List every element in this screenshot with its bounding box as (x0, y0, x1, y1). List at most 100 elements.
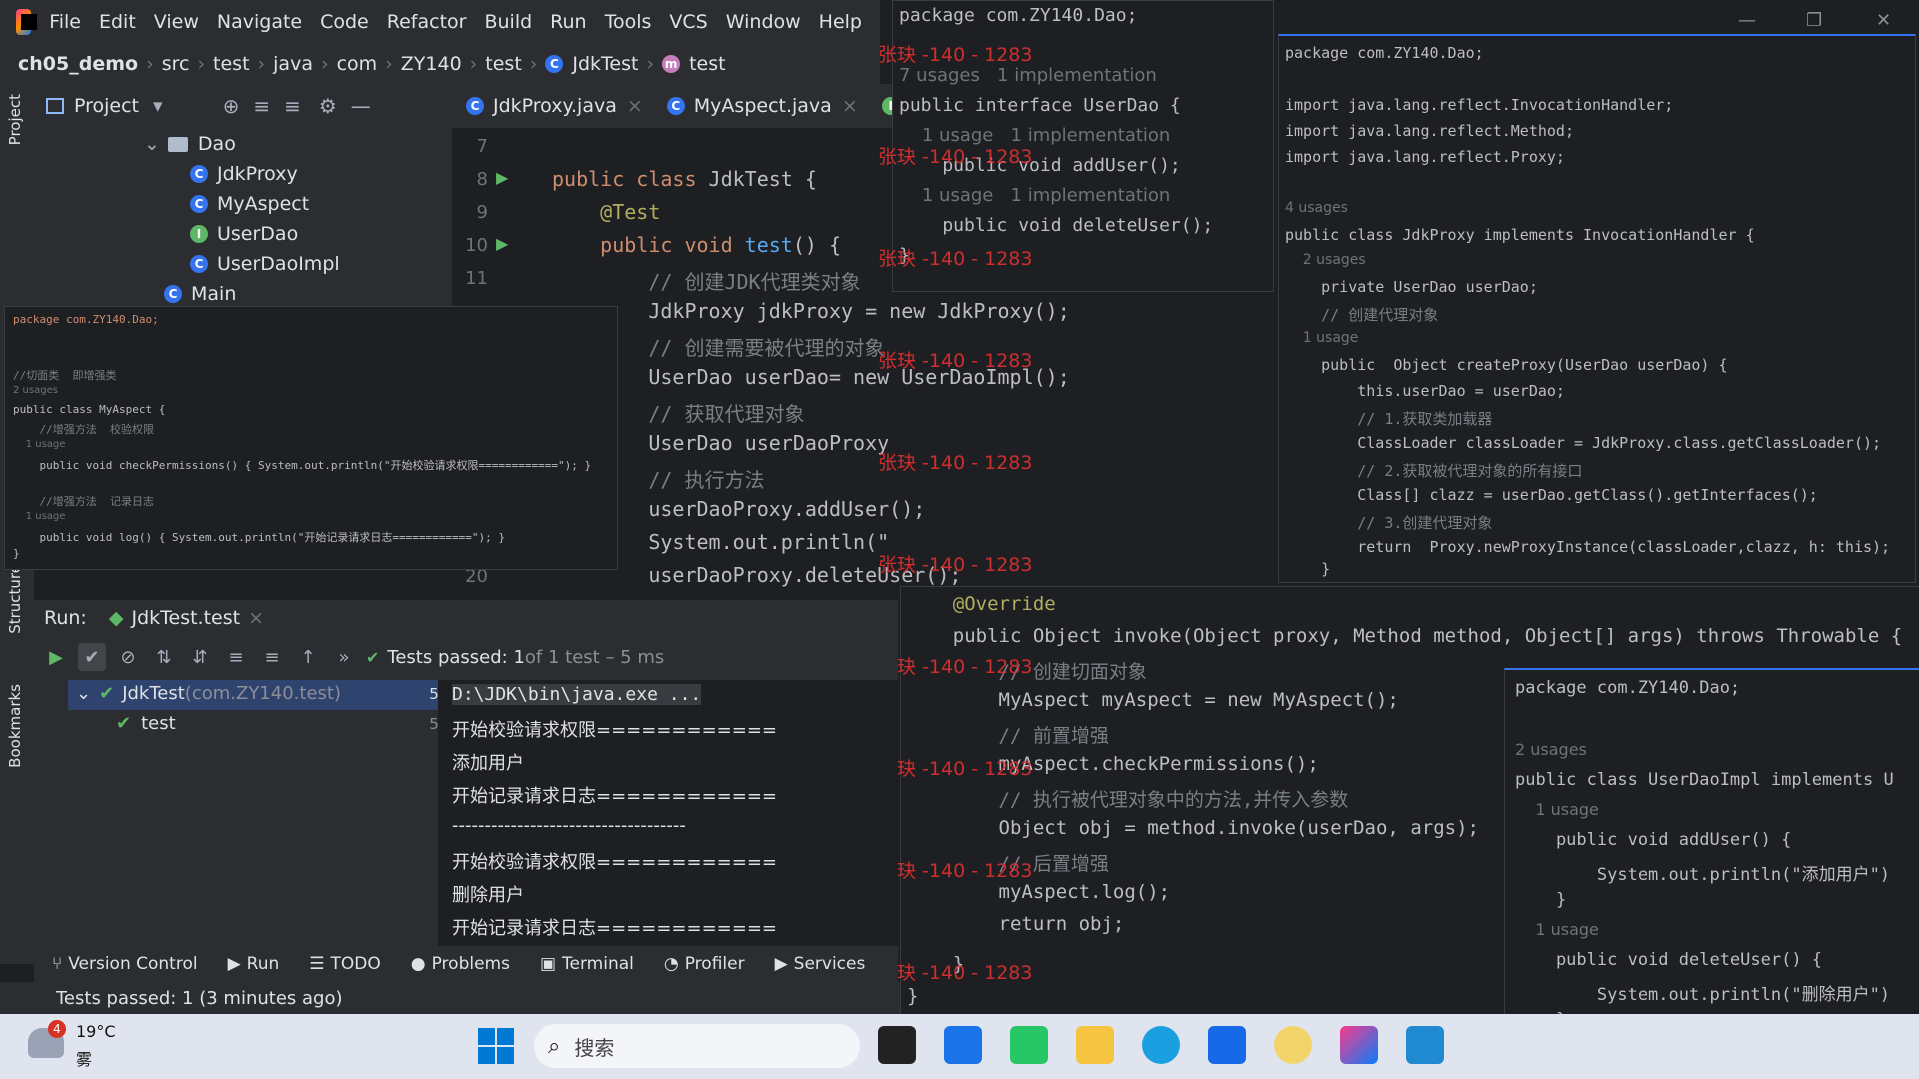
menu-bar: File Edit View Navigate Code Refactor Bu… (0, 0, 880, 44)
task-view-icon[interactable] (878, 1026, 916, 1064)
windows-start-icon[interactable] (478, 1028, 514, 1064)
intellij-taskbar-icon[interactable] (1340, 1026, 1378, 1064)
rerun-icon[interactable]: ▶ (42, 643, 70, 671)
editor-tabs: C JdkProxy.java × C MyAspect.java × I (452, 84, 900, 128)
class-icon: C (190, 255, 208, 273)
todo-tab[interactable]: ☰ TODO (309, 954, 381, 974)
check-icon: ✔ (116, 713, 132, 734)
test-status: Tests passed: 1 (387, 646, 525, 668)
breadcrumb-test[interactable]: test (213, 53, 250, 75)
menu-run[interactable]: Run (550, 11, 586, 33)
tab-myaspect[interactable]: C MyAspect.java × (666, 95, 858, 117)
watermark: 张玦 -140 - 1283 (878, 758, 1033, 780)
class-icon: C (545, 55, 564, 73)
menu-tools[interactable]: Tools (605, 11, 652, 33)
notification-badge: 4 (48, 1020, 66, 1038)
myaspect-preview-popup: package com.ZY140.Dao; //切面类 即增强类 2 usag… (4, 306, 618, 570)
menu-help[interactable]: Help (819, 11, 862, 33)
menu-navigate[interactable]: Navigate (217, 11, 302, 33)
breadcrumb: ch05_demo › src › test › java › com › ZY140 › … (0, 44, 880, 84)
close-icon[interactable]: × (842, 95, 858, 117)
test-row-test[interactable]: ✔ test 5 ms (116, 713, 466, 734)
menu-code[interactable]: Code (320, 11, 369, 33)
problems-tab[interactable]: ● Problems (411, 954, 510, 974)
project-icon (46, 98, 64, 114)
breadcrumb-src[interactable]: src (162, 53, 190, 75)
show-passed-icon[interactable]: ✔ (78, 643, 106, 671)
bookmarks-tool-button[interactable]: Bookmarks (6, 684, 24, 768)
app-icon[interactable] (1274, 1026, 1312, 1064)
collapse-all-icon[interactable]: ≡ (258, 643, 286, 671)
breadcrumb-java[interactable]: java (273, 53, 313, 75)
tree-item-userdaoimpl[interactable]: C UserDaoImpl (190, 250, 340, 278)
run-tab[interactable]: JdkTest.test (131, 607, 240, 629)
project-tool-button[interactable]: Project (6, 94, 24, 145)
expand-all-icon[interactable]: ≡ (253, 94, 270, 118)
collapse-all-icon[interactable]: ≡ (284, 94, 301, 118)
menu-window[interactable]: Window (726, 11, 801, 33)
expand-all-icon[interactable]: ≡ (222, 643, 250, 671)
more-icon[interactable]: » (330, 643, 358, 671)
vscode-icon[interactable] (1406, 1026, 1444, 1064)
services-icon: ▶ (774, 954, 788, 974)
terminal-tab[interactable]: ▣ Terminal (540, 954, 634, 974)
menu-file[interactable]: File (49, 11, 81, 33)
menu-edit[interactable]: Edit (99, 11, 136, 33)
breadcrumb-method[interactable]: test (689, 53, 726, 75)
class-icon: C (190, 195, 208, 213)
taskbar-search[interactable]: ⌕ 搜索 (534, 1024, 860, 1068)
run-gutter-icon[interactable]: ▶ (496, 234, 508, 253)
sort-alpha-icon[interactable]: ⇅ (150, 643, 178, 671)
project-panel-header: Project ▾ ⊕ ≡ ≡ ⚙ — (34, 84, 452, 128)
search-placeholder: 搜索 (574, 1035, 615, 1060)
close-icon[interactable]: × (248, 607, 264, 629)
run-tool-tab[interactable]: ▶ Run (228, 954, 280, 974)
file-explorer-icon[interactable] (1076, 1026, 1114, 1064)
watermark: 张玦 -140 - 1283 (878, 860, 1033, 882)
breadcrumb-test-pkg[interactable]: test (485, 53, 522, 75)
chevron-down-icon: ⌄ (144, 133, 160, 155)
show-ignored-icon[interactable]: ⊘ (114, 643, 142, 671)
check-icon: ✔ (99, 683, 115, 704)
project-title[interactable]: Project (74, 95, 139, 117)
profiler-tab[interactable]: ◔ Profiler (664, 954, 745, 974)
watermark: 张玦 -140 - 1283 (878, 554, 1033, 576)
run-gutter-icon[interactable]: ▶ (496, 168, 508, 187)
close-window-button[interactable]: ✕ (1876, 10, 1891, 31)
menu-vcs[interactable]: VCS (669, 11, 707, 33)
store-icon[interactable] (944, 1026, 982, 1064)
minimize-window-button[interactable]: — (1738, 10, 1756, 31)
breadcrumb-project[interactable]: ch05_demo (18, 53, 138, 75)
jdkproxy-preview-popup: package com.ZY140.Dao; import java.lang.… (1278, 34, 1916, 583)
menu-refactor[interactable]: Refactor (387, 11, 467, 33)
menu-view[interactable]: View (154, 11, 199, 33)
code-line: // 创建JDK代理类对象 (552, 270, 861, 294)
services-tab[interactable]: ▶ Services (775, 954, 866, 974)
gear-icon[interactable]: ⚙ (319, 94, 337, 118)
close-icon[interactable]: × (627, 95, 643, 117)
tree-item-jdkproxy[interactable]: C JdkProxy (190, 160, 298, 188)
sort-duration-icon[interactable]: ⇵ (186, 643, 214, 671)
breadcrumb-jdktest[interactable]: JdkTest (572, 53, 638, 75)
weather-temp: 19°C (76, 1022, 116, 1041)
run-console[interactable]: D:\JDK\bin\java.exe ... 开始校验请求权限========… (438, 680, 898, 946)
p-app-icon[interactable] (1208, 1026, 1246, 1064)
tab-jdkproxy[interactable]: C JdkProxy.java × (466, 95, 643, 117)
structure-tool-button[interactable]: Structure (6, 564, 24, 634)
tree-item-main[interactable]: C Main (164, 280, 236, 308)
tree-item-myaspect[interactable]: C MyAspect (190, 190, 309, 218)
wechat-icon[interactable] (1010, 1026, 1048, 1064)
tree-item-userdao[interactable]: I UserDao (190, 220, 298, 248)
minimize-icon[interactable]: — (351, 94, 371, 118)
tree-item-dao[interactable]: ⌄ Dao (144, 130, 236, 158)
edge-icon[interactable] (1142, 1026, 1180, 1064)
arrow-up-icon[interactable]: ↑ (294, 643, 322, 671)
menu-build[interactable]: Build (484, 11, 532, 33)
breadcrumb-zy140[interactable]: ZY140 (401, 53, 462, 75)
version-control-tab[interactable]: ⑂ Version Control (52, 954, 198, 974)
restore-window-button[interactable]: ❐ (1806, 10, 1822, 31)
chevron-down-icon[interactable]: ▾ (153, 95, 163, 117)
test-row-jdktest[interactable]: ⌄✔ JdkTest (com.ZY140.test) 5 ms (76, 683, 466, 704)
locate-icon[interactable]: ⊕ (223, 94, 240, 118)
breadcrumb-com[interactable]: com (337, 53, 378, 75)
